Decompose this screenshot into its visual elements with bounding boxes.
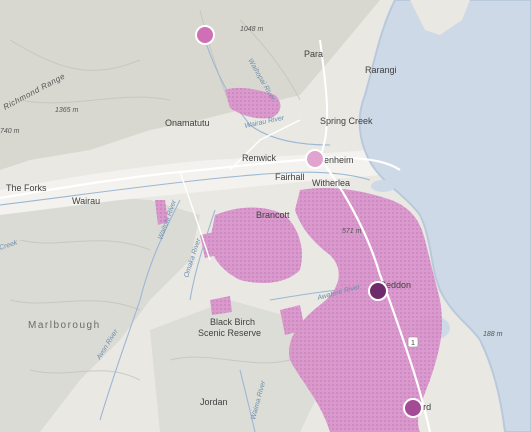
marker-ward[interactable] — [403, 398, 423, 418]
place-label-scenic-reserve: Scenic Reserve — [198, 328, 261, 338]
place-label-rarangi: Rarangi — [365, 65, 397, 75]
place-label-brancott: Brancott — [256, 210, 290, 220]
place-label-para: Para — [304, 49, 323, 59]
elevation-1048: 1048 m — [240, 26, 264, 33]
elevation-740: 740 m — [0, 128, 20, 135]
elevation-571: 571 m — [342, 228, 362, 235]
place-label-renwick: Renwick — [242, 153, 277, 163]
region-label: Marlborough — [28, 320, 101, 331]
place-label-the-forks: The Forks — [6, 183, 47, 193]
marker-blenheim[interactable] — [305, 149, 325, 169]
lagoon — [371, 180, 395, 192]
elevation-188: 188 m — [483, 331, 503, 338]
place-label-onamatutu: Onamatutu — [165, 118, 210, 128]
place-label-spring-creek: Spring Creek — [320, 116, 373, 126]
elevation-1365: 1365 m — [55, 107, 79, 114]
place-label-witherlea: Witherlea — [312, 178, 350, 188]
marker-seddon[interactable] — [368, 281, 388, 301]
place-label-fairhall: Fairhall — [275, 172, 305, 182]
place-label-wairau: Wairau — [72, 196, 100, 206]
place-label-jordan: Jordan — [200, 397, 228, 407]
map-view[interactable]: 1 Richmond Range 1048 m 1365 m 740 m 571… — [0, 0, 531, 432]
map-canvas: 1 Richmond Range 1048 m 1365 m 740 m 571… — [0, 0, 531, 432]
marker-top[interactable] — [195, 25, 215, 45]
highway-shield-label: 1 — [411, 340, 415, 347]
highway-shield: 1 — [407, 336, 419, 348]
place-label-black-birch: Black Birch — [210, 317, 255, 327]
